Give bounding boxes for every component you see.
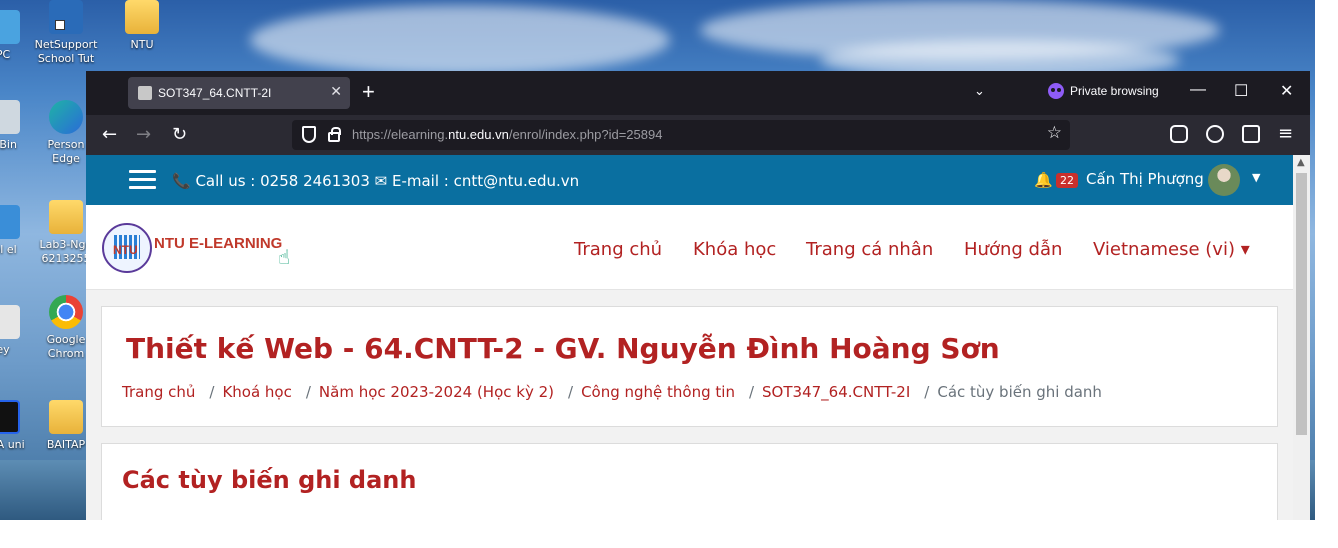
tab-bar: SOT347_64.CNTT-2I ✕ + ⌄ Private browsing… bbox=[86, 71, 1310, 115]
breadcrumb-item-category[interactable]: Công nghệ thông tin bbox=[581, 383, 735, 401]
nav-item-courses[interactable]: Khóa học bbox=[693, 239, 776, 260]
new-tab-button[interactable]: + bbox=[362, 79, 375, 105]
page-favicon-icon bbox=[138, 86, 152, 100]
breadcrumb-item-home[interactable]: Trang chủ bbox=[122, 383, 195, 401]
breadcrumb: Trang chủ / Khoá học / Năm học 2023-2024 (Họ… bbox=[122, 383, 1102, 401]
course-header-card: Thiết kế Web - 64.CNTT-2 - GV. Nguyễn Đì… bbox=[101, 306, 1278, 427]
page-viewport: 📞 Call us : 0258 2461303 ✉ E-mail : cntt… bbox=[86, 155, 1293, 520]
key-icon bbox=[0, 305, 20, 339]
site-logo[interactable]: NTU NTU E-LEARNING ☝ bbox=[102, 221, 302, 277]
nav-item-home[interactable]: Trang chủ bbox=[574, 239, 662, 260]
notification-count-badge: 22 bbox=[1056, 173, 1078, 188]
logo-brand-text: NTU E-LEARNING bbox=[154, 235, 283, 252]
breadcrumb-item-year[interactable]: Năm học 2023-2024 (Học kỳ 2) bbox=[319, 383, 554, 401]
pointer-hand-icon: ☝ bbox=[278, 245, 291, 269]
desktop-icon-label: BAITAP bbox=[46, 438, 86, 451]
hamburger-menu-icon[interactable] bbox=[129, 170, 156, 190]
scroll-up-arrow-icon[interactable]: ▲ bbox=[1297, 157, 1305, 168]
pocket-icon[interactable] bbox=[1170, 125, 1188, 143]
breadcrumb-separator: / bbox=[924, 383, 930, 401]
breadcrumb-separator: / bbox=[568, 383, 574, 401]
desktop-icon-label: e Bin bbox=[0, 138, 17, 151]
desktop-icon-label: rol el bbox=[0, 243, 17, 256]
tab-title: SOT347_64.CNTT-2I bbox=[158, 86, 272, 100]
notification-bell-icon[interactable]: 🔔 bbox=[1034, 171, 1053, 189]
private-browsing-indicator: Private browsing bbox=[1048, 83, 1159, 99]
breadcrumb-separator: / bbox=[305, 383, 311, 401]
nav-item-help[interactable]: Hướng dẫn bbox=[964, 239, 1062, 260]
folder-icon bbox=[125, 0, 159, 34]
tracking-protection-shield-icon[interactable] bbox=[302, 126, 316, 143]
url-text[interactable]: https://elearning.ntu.edu.vn/enrol/index… bbox=[352, 127, 662, 142]
page-scrollbar[interactable]: ▲ bbox=[1293, 155, 1310, 520]
desktop-icon-idea[interactable]: DEA uni bbox=[0, 400, 36, 452]
desktop-icon-label: ey bbox=[0, 343, 10, 356]
contact-info: 📞 Call us : 0258 2461303 ✉ E-mail : cntt… bbox=[172, 172, 580, 190]
list-all-tabs-button[interactable]: ⌄ bbox=[974, 83, 985, 99]
desktop-icon-ntu[interactable]: NTU bbox=[109, 0, 175, 52]
user-menu-caret-icon[interactable]: ▼ bbox=[1252, 171, 1260, 184]
folder-icon bbox=[49, 200, 83, 234]
user-name[interactable]: Cấn Thị Phượng bbox=[1086, 170, 1204, 188]
idea-icon bbox=[0, 400, 20, 434]
desktop-icon-netsupport[interactable]: NetSupport School Tut bbox=[33, 0, 99, 66]
edge-icon bbox=[49, 100, 83, 134]
breadcrumb-item-current: Các tùy biến ghi danh bbox=[937, 383, 1102, 401]
breadcrumb-separator: / bbox=[748, 383, 755, 401]
private-mask-icon bbox=[1048, 83, 1064, 99]
breadcrumb-separator: / bbox=[209, 383, 215, 401]
url-path: /enrol/index.php?id=25894 bbox=[508, 127, 663, 142]
bookmark-star-icon[interactable]: ☆ bbox=[1047, 123, 1062, 143]
url-prefix: https://elearning. bbox=[352, 127, 449, 142]
recycle-bin-icon bbox=[0, 100, 20, 134]
chrome-icon bbox=[49, 295, 83, 329]
control-panel-icon bbox=[0, 205, 20, 239]
avatar[interactable] bbox=[1208, 164, 1240, 196]
private-browsing-label: Private browsing bbox=[1070, 84, 1159, 98]
desktop-icon-recycle-bin[interactable]: e Bin bbox=[0, 100, 36, 152]
desktop-icon-label: NTU bbox=[130, 38, 154, 51]
desktop-icon-label: DEA uni bbox=[0, 438, 25, 451]
scrollbar-thumb[interactable] bbox=[1296, 173, 1307, 435]
netsupport-icon bbox=[49, 0, 83, 34]
maximize-button[interactable]: ☐ bbox=[1234, 81, 1248, 101]
navigation-toolbar: ← → ↻ https://elearning.ntu.edu.vn/enrol… bbox=[86, 115, 1310, 155]
desktop-icon-pc[interactable]: PC bbox=[0, 10, 36, 62]
enrolment-options-card: Các tùy biến ghi danh bbox=[101, 443, 1278, 520]
folder-icon bbox=[49, 400, 83, 434]
browser-window: SOT347_64.CNTT-2I ✕ + ⌄ Private browsing… bbox=[86, 71, 1310, 520]
computer-icon bbox=[0, 10, 20, 44]
page-title: Thiết kế Web - 64.CNTT-2 - GV. Nguyễn Đì… bbox=[126, 332, 1000, 365]
desktop-icon-label: Person Edge bbox=[47, 138, 85, 165]
logo-ntu-text: NTU bbox=[113, 243, 138, 257]
nav-item-profile[interactable]: Trang cá nhân bbox=[806, 239, 933, 260]
lock-icon[interactable] bbox=[328, 127, 341, 142]
tab-close-icon[interactable]: ✕ bbox=[330, 83, 342, 100]
desktop-icon-label: Google Chrom bbox=[46, 333, 86, 360]
breadcrumb-item-courses[interactable]: Khoá học bbox=[222, 383, 291, 401]
forward-button[interactable]: → bbox=[136, 124, 151, 145]
language-selector[interactable]: Vietnamese (vi) ▾ bbox=[1093, 239, 1250, 260]
site-header: NTU NTU E-LEARNING ☝ Trang chủ Khóa học … bbox=[86, 205, 1293, 290]
tab-active[interactable]: SOT347_64.CNTT-2I ✕ bbox=[128, 77, 350, 109]
account-icon[interactable] bbox=[1206, 125, 1224, 143]
cloud bbox=[250, 5, 670, 75]
close-window-button[interactable]: ✕ bbox=[1280, 81, 1293, 101]
reload-button[interactable]: ↻ bbox=[172, 124, 187, 145]
site-top-bar: 📞 Call us : 0258 2461303 ✉ E-mail : cntt… bbox=[86, 155, 1293, 205]
desktop-icon-control-panel[interactable]: rol el bbox=[0, 205, 36, 257]
minimize-button[interactable]: — bbox=[1190, 81, 1206, 99]
back-button[interactable]: ← bbox=[102, 124, 117, 145]
address-bar[interactable]: https://elearning.ntu.edu.vn/enrol/index… bbox=[292, 120, 1070, 150]
desktop-icon-label: Lab3-Ngu 6213255 bbox=[39, 238, 93, 265]
desktop-icon-key[interactable]: ey bbox=[0, 305, 36, 357]
desktop-icon-label: NetSupport School Tut bbox=[34, 38, 98, 65]
desktop-icon-label: PC bbox=[0, 48, 11, 61]
breadcrumb-item-course[interactable]: SOT347_64.CNTT-2I bbox=[762, 383, 910, 401]
url-domain: ntu.edu.vn bbox=[448, 127, 509, 142]
extensions-icon[interactable] bbox=[1242, 125, 1260, 143]
app-menu-icon[interactable]: ≡ bbox=[1278, 123, 1293, 144]
section-title: Các tùy biến ghi danh bbox=[122, 466, 417, 494]
